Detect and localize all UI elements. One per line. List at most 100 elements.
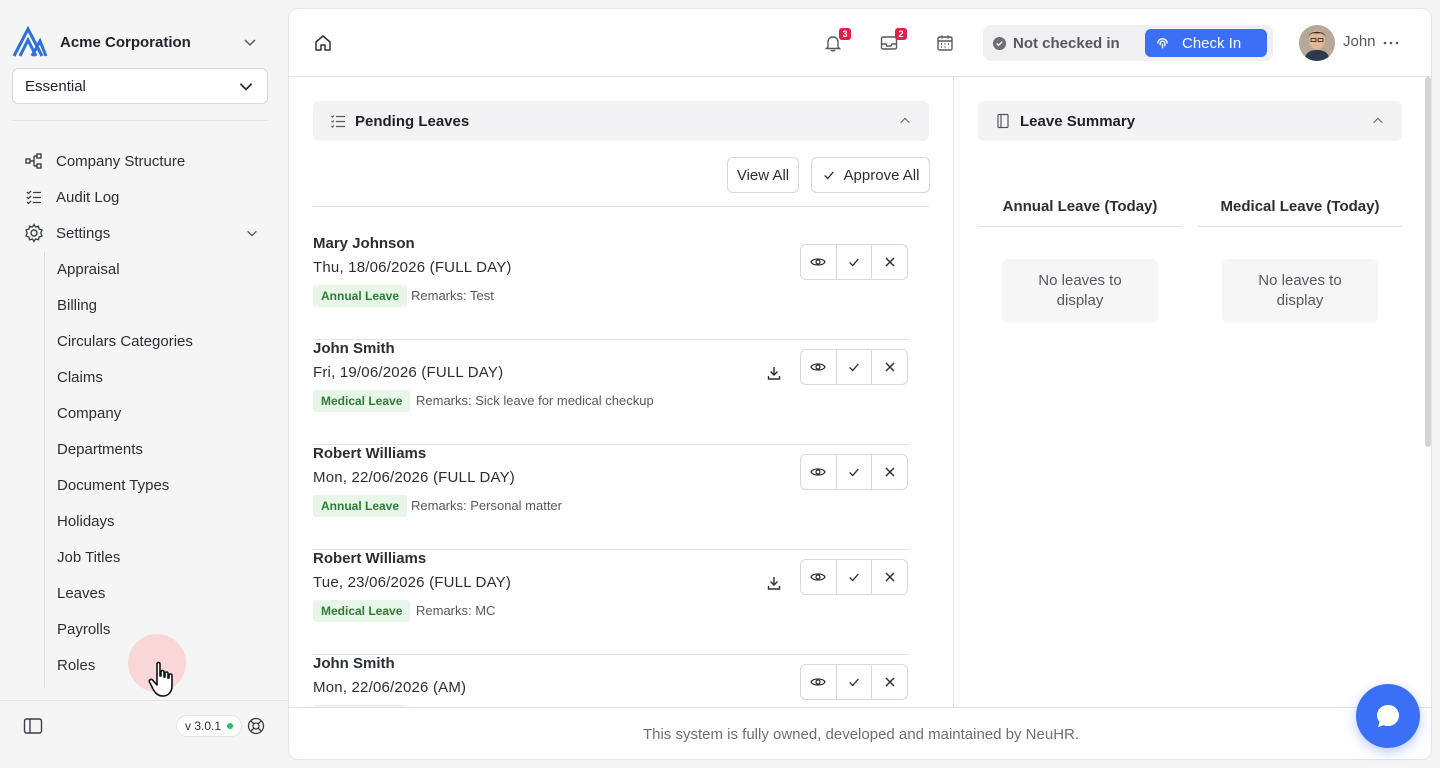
medical-leave-column-header: Medical Leave (Today) <box>1198 187 1402 227</box>
subnav-item-payrolls[interactable]: Payrolls <box>57 616 110 642</box>
download-icon[interactable] <box>765 574 783 592</box>
inbox-count-badge: 2 <box>895 28 907 40</box>
leave-date: Mon, 22/06/2026 (FULL DAY) <box>313 469 515 486</box>
employee-name: Robert Williams <box>313 445 427 462</box>
leave-summary-header[interactable]: Leave Summary <box>978 101 1402 141</box>
chevron-up-icon <box>897 113 913 129</box>
annual-leave-empty-state: No leaves to display <box>1002 259 1158 323</box>
subnav-item-company[interactable]: Company <box>57 400 121 426</box>
subnav-item-circulars-categories[interactable]: Circulars Categories <box>57 328 193 354</box>
acme-logo-icon <box>12 24 48 60</box>
user-name[interactable]: John <box>1343 33 1376 50</box>
settings-subnav: Appraisal Billing Circulars Categories C… <box>44 252 264 688</box>
subnav-item-claims[interactable]: Claims <box>57 364 103 390</box>
approve-button[interactable] <box>837 665 873 699</box>
check-icon <box>849 468 859 477</box>
leave-actions <box>800 454 908 490</box>
support-icon[interactable] <box>246 716 266 736</box>
subnav-item-billing[interactable]: Billing <box>57 292 97 318</box>
chevron-up-icon <box>1370 113 1386 129</box>
leave-actions <box>800 349 908 385</box>
sidebar-item-audit-log[interactable]: Audit Log <box>12 181 268 213</box>
view-button[interactable] <box>801 350 837 384</box>
notifications-button[interactable]: 3 <box>821 28 851 55</box>
leave-summary-panel: Leave Summary Annual Leave (Today) Medic… <box>954 77 1431 707</box>
eye-icon <box>810 258 827 266</box>
leave-type-tag: Annual Leave <box>313 495 408 517</box>
subnav-item-roles[interactable]: Roles <box>57 652 95 678</box>
chevron-down-icon <box>240 32 260 52</box>
leave-actions <box>800 664 908 700</box>
avatar[interactable] <box>1299 25 1335 61</box>
notifications-count-badge: 3 <box>839 28 851 40</box>
view-button[interactable] <box>801 665 837 699</box>
leave-date: Thu, 18/06/2026 (FULL DAY) <box>313 259 512 276</box>
check-icon <box>849 678 859 687</box>
check-circle-icon <box>991 35 1007 51</box>
leave-request-row: Robert Williams Tue, 23/06/2026 (FULL DA… <box>313 550 909 655</box>
approve-button[interactable] <box>837 455 873 489</box>
scrollbar[interactable] <box>1425 77 1431 447</box>
leave-remarks: Remarks: MC <box>416 603 496 618</box>
approve-button[interactable] <box>837 560 873 594</box>
reject-button[interactable] <box>872 665 907 699</box>
more-options-icon[interactable] <box>1381 33 1401 53</box>
approve-button[interactable] <box>837 350 873 384</box>
company-switcher[interactable]: Acme Corporation <box>12 24 268 60</box>
main-panel: 3 2 Not checked in Check In John Pending… <box>288 8 1432 760</box>
plan-select[interactable]: Essential <box>12 68 268 104</box>
chat-button[interactable] <box>1356 684 1420 748</box>
check-icon <box>849 573 859 582</box>
plan-select-value: Essential <box>25 77 86 95</box>
sidebar: Acme Corporation Essential Company Struc… <box>0 0 288 768</box>
calendar-button[interactable] <box>933 31 957 55</box>
subnav-item-holidays[interactable]: Holidays <box>57 508 115 534</box>
view-button[interactable] <box>801 245 837 279</box>
view-button[interactable] <box>801 455 837 489</box>
home-icon[interactable] <box>313 33 333 53</box>
leave-type-tag: Annual Leave <box>313 285 408 307</box>
subnav-item-departments[interactable]: Departments <box>57 436 143 462</box>
approve-all-button[interactable]: Approve All <box>811 157 930 193</box>
reject-button[interactable] <box>872 350 907 384</box>
org-chart-icon <box>24 151 44 171</box>
subnav-item-appraisal[interactable]: Appraisal <box>57 256 120 282</box>
sidebar-divider <box>12 120 268 121</box>
leave-remarks: Remarks: Personal matter <box>411 498 562 513</box>
eye-icon <box>810 678 827 686</box>
subnav-item-job-titles[interactable]: Job Titles <box>57 544 120 570</box>
pending-leaves-title: Pending Leaves <box>355 112 470 130</box>
view-all-button[interactable]: View All <box>727 157 799 193</box>
list-checks-icon <box>329 112 347 130</box>
employee-name: John Smith <box>313 655 395 672</box>
chevron-down-icon <box>239 83 253 91</box>
leave-date: Mon, 22/06/2026 (AM) <box>313 679 467 696</box>
close-icon <box>885 467 895 477</box>
view-button[interactable] <box>801 560 837 594</box>
medical-leave-empty-state: No leaves to display <box>1222 259 1378 323</box>
reject-button[interactable] <box>872 245 907 279</box>
sidebar-toggle-icon[interactable] <box>22 716 44 736</box>
leave-request-row: Robert Williams Mon, 22/06/2026 (FULL DA… <box>313 445 909 550</box>
sidebar-item-label: Settings <box>56 224 111 242</box>
eye-icon <box>810 363 827 371</box>
sidebar-item-settings[interactable]: Settings <box>12 217 268 249</box>
leave-actions <box>800 244 908 280</box>
eye-icon <box>810 468 827 476</box>
reject-button[interactable] <box>872 560 907 594</box>
subnav-item-leaves[interactable]: Leaves <box>57 580 105 606</box>
reject-button[interactable] <box>872 455 907 489</box>
attendance-status: Not checked in <box>1013 34 1120 52</box>
sidebar-item-company-structure[interactable]: Company Structure <box>12 145 268 177</box>
pending-leaves-header[interactable]: Pending Leaves <box>313 101 929 141</box>
check-icon <box>849 258 859 267</box>
annual-leave-column-header: Annual Leave (Today) <box>978 187 1182 227</box>
subnav-item-document-types[interactable]: Document Types <box>57 472 169 498</box>
approve-button[interactable] <box>837 245 873 279</box>
employee-name: Robert Williams <box>313 550 427 567</box>
inbox-button[interactable]: 2 <box>877 28 907 55</box>
check-in-label: Check In <box>1182 34 1242 52</box>
check-in-button[interactable]: Check In <box>1145 29 1267 57</box>
download-icon[interactable] <box>765 364 783 382</box>
close-icon <box>885 677 895 687</box>
